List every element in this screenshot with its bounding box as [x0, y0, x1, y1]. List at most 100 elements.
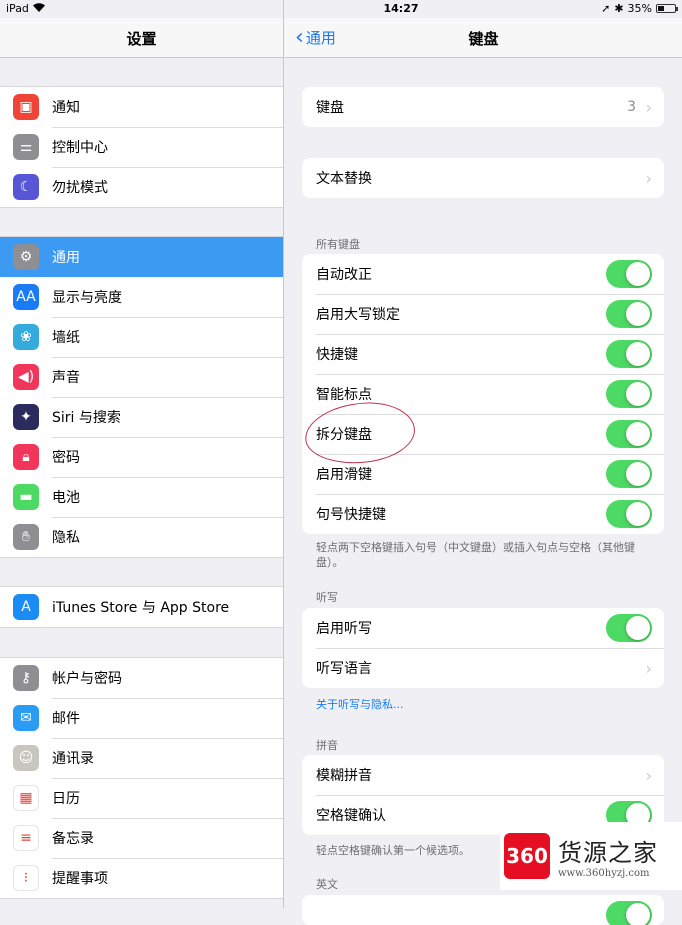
key-icon: ⚷	[13, 665, 39, 691]
contacts-icon: ☺	[13, 745, 39, 771]
keyboard-option-label: 自动改正	[316, 267, 372, 283]
sidebar-group: AiTunes Store 与 App Store	[0, 586, 283, 628]
sidebar-item[interactable]: ▣ 通知	[0, 87, 283, 127]
page-title: 键盘	[468, 30, 499, 48]
sidebar-item[interactable]: ☺ 通讯录	[0, 738, 283, 778]
sidebar-item[interactable]: ⚌ 控制中心	[0, 127, 283, 167]
keyboard-option-toggle[interactable]	[606, 420, 652, 448]
keyboard-option-label: 句号快捷键	[316, 507, 386, 523]
sidebar-item-label: Siri 与搜索	[52, 410, 121, 426]
sidebar-item-label: 密码	[52, 450, 80, 466]
sidebar-item[interactable]: ⚷ 帐户与密码	[0, 658, 283, 698]
keyboard-option-toggle[interactable]	[606, 340, 652, 368]
wallpaper-icon: ❀	[13, 324, 39, 350]
sidebar-item[interactable]: ⚙ 通用	[0, 237, 283, 277]
battery-icon	[656, 4, 678, 13]
keyboard-option-toggle[interactable]	[606, 380, 652, 408]
keyboards-label: 键盘	[316, 100, 344, 116]
chevron-right-icon: ›	[645, 168, 652, 188]
siri-icon: ✦	[13, 404, 39, 430]
settings-sidebar: 设置 ▣ 通知 ⚌ 控制中心 ☾ 勿扰模式 ⚙ 通用 AA 显示与亮度 ❀ 墙纸 ◀) 声音 ✦ Siri 与…	[0, 0, 284, 908]
keyboard-settings-pane: ‹ 通用 键盘 键盘 3 › 文本替换 › 所有键盘 自动改正 启用大写锁定 快捷键…	[285, 0, 682, 925]
period-shortcut-footer: 轻点两下空格键插入句号（中文键盘）或插入句点与空格（其他键盘）。	[316, 541, 635, 569]
keyboard-option-row: 快捷键	[302, 334, 664, 374]
sidebar-item-label: 控制中心	[52, 140, 108, 156]
sidebar-item-label: 日历	[52, 791, 80, 807]
english-toggle[interactable]	[606, 901, 652, 925]
sidebar-item[interactable]: ✉ 邮件	[0, 698, 283, 738]
enable-dictation-label: 启用听写	[316, 621, 372, 637]
app-store-icon: A	[13, 594, 39, 620]
watermark-logo: 360	[504, 833, 550, 879]
english-group	[302, 895, 664, 925]
sidebar-item-label: 通讯录	[52, 751, 94, 767]
watermark-title: 货源之家	[558, 839, 658, 867]
display-brightness-icon: AA	[13, 284, 39, 310]
keyboard-option-row: 拆分键盘	[302, 414, 664, 454]
sidebar-item[interactable]: ◀) 声音	[0, 357, 283, 397]
keyboard-option-row: 启用大写锁定	[302, 294, 664, 334]
sidebar-item-label: 通用	[52, 250, 80, 266]
mail-icon: ✉	[13, 705, 39, 731]
status-bar: iPad 14:27 ➚ ✱ 35%	[0, 0, 682, 18]
keyboard-option-row: 句号快捷键	[302, 494, 664, 534]
text-replacement-row[interactable]: 文本替换 ›	[302, 158, 664, 198]
keyboard-option-toggle[interactable]	[606, 500, 652, 528]
enable-dictation-row: 启用听写	[302, 608, 664, 648]
sidebar-item-label: 提醒事项	[52, 871, 108, 887]
sidebar-item-label: 显示与亮度	[52, 290, 122, 306]
keyboard-option-toggle[interactable]	[606, 460, 652, 488]
keyboard-option-label: 快捷键	[316, 347, 358, 363]
passcode-icon: 🔒︎	[13, 444, 39, 470]
sound-icon: ◀)	[13, 364, 39, 390]
clock: 14:27	[383, 2, 419, 15]
notes-icon: ≡	[13, 825, 39, 851]
sidebar-item[interactable]: ✦ Siri 与搜索	[0, 397, 283, 437]
keyboards-row[interactable]: 键盘 3 ›	[302, 87, 664, 127]
watermark-url: www.360hyzj.com	[558, 868, 650, 879]
sidebar-group: ⚷ 帐户与密码 ✉ 邮件 ☺ 通讯录 ▦ 日历 ≡ 备忘录 ⁝ 提醒事项	[0, 657, 283, 899]
sidebar-item[interactable]: ❀ 墙纸	[0, 317, 283, 357]
dictation-privacy-link[interactable]: 关于听写与隐私...	[316, 697, 660, 712]
notifications-icon: ▣	[13, 94, 39, 120]
sidebar-item[interactable]: ⁝ 提醒事项	[0, 858, 283, 898]
sidebar-item-label: 隐私	[52, 530, 80, 546]
english-header: 英文	[316, 878, 338, 891]
control-center-icon: ⚌	[13, 134, 39, 160]
sidebar-title: 设置	[126, 30, 157, 48]
privacy-hand-icon: ✋︎	[13, 524, 39, 550]
sidebar-item[interactable]: 🔒︎ 密码	[0, 437, 283, 477]
sidebar-item-label: 勿扰模式	[52, 180, 108, 196]
sidebar-navbar: 设置	[0, 18, 283, 58]
keyboard-option-label: 启用大写锁定	[316, 307, 400, 323]
watermark: 360 货源之家 www.360hyzj.com	[500, 822, 682, 890]
keyboard-option-label: 拆分键盘	[316, 427, 372, 443]
keyboard-option-toggle[interactable]	[606, 260, 652, 288]
sidebar-item[interactable]: ▬ 电池	[0, 477, 283, 517]
dictation-group: 启用听写 听写语言 ›	[302, 608, 664, 688]
sidebar-item-label: 电池	[52, 490, 80, 506]
fuzzy-pinyin-label: 模糊拼音	[316, 768, 372, 784]
keyboard-option-label: 启用滑键	[316, 467, 372, 483]
sidebar-item-label: iTunes Store 与 App Store	[52, 600, 230, 616]
battery-percent: 35%	[627, 2, 652, 15]
keyboards-group: 键盘 3 ›	[302, 87, 664, 127]
sidebar-item[interactable]: ✋︎ 隐私	[0, 517, 283, 557]
sidebar-group: ⚙ 通用 AA 显示与亮度 ❀ 墙纸 ◀) 声音 ✦ Siri 与搜索 🔒︎ 密码 ▬ 电池 ✋︎ 隐私	[0, 236, 283, 558]
dictation-language-label: 听写语言	[316, 661, 372, 677]
keyboard-option-toggle[interactable]	[606, 300, 652, 328]
keyboard-option-row: 启用滑键	[302, 454, 664, 494]
sidebar-item[interactable]: ≡ 备忘录	[0, 818, 283, 858]
dictation-language-row[interactable]: 听写语言 ›	[302, 648, 664, 688]
moon-icon: ☾	[13, 174, 39, 200]
sidebar-item[interactable]: ☾ 勿扰模式	[0, 167, 283, 207]
enable-dictation-toggle[interactable]	[606, 614, 652, 642]
text-replacement-group: 文本替换 ›	[302, 158, 664, 198]
sidebar-item[interactable]: ▦ 日历	[0, 778, 283, 818]
sidebar-item-label: 邮件	[52, 711, 80, 727]
sidebar-item[interactable]: AiTunes Store 与 App Store	[0, 587, 283, 627]
fuzzy-pinyin-row[interactable]: 模糊拼音 ›	[302, 755, 664, 795]
sidebar-group: ▣ 通知 ⚌ 控制中心 ☾ 勿扰模式	[0, 86, 283, 208]
sidebar-item[interactable]: AA 显示与亮度	[0, 277, 283, 317]
keyboard-option-row: 自动改正	[302, 254, 664, 294]
